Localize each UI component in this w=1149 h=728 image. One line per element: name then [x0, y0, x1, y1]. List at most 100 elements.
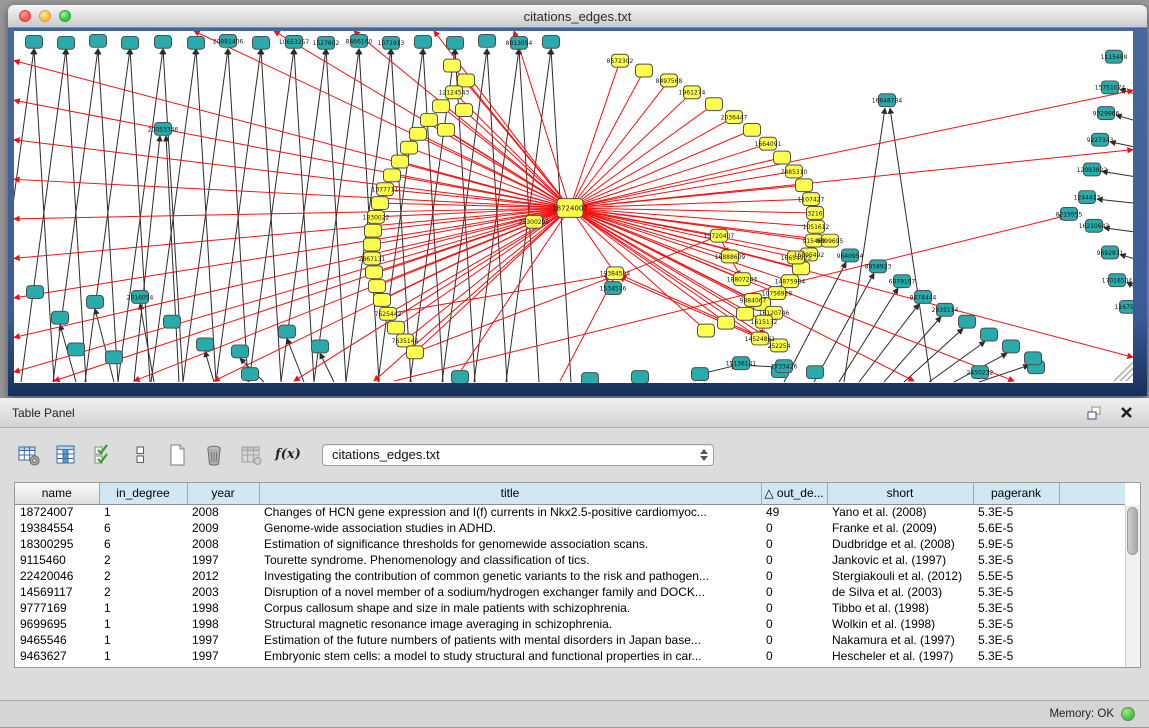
table-cell[interactable]: Hescheler et al. (1997) — [827, 648, 973, 664]
selected-citation-edge[interactable] — [405, 208, 570, 340]
table-cell[interactable]: 2 — [99, 552, 187, 568]
graph-node[interactable] — [164, 315, 181, 328]
citation-edge[interactable] — [216, 49, 261, 382]
graph-node[interactable] — [959, 315, 976, 328]
table-cell[interactable]: de Silva et al. (2003) — [827, 584, 973, 600]
selected-citation-edge[interactable] — [194, 31, 570, 208]
table-cell[interactable]: 1 — [99, 632, 187, 648]
graph-node[interactable] — [369, 280, 386, 293]
graph-node[interactable] — [374, 294, 391, 307]
table-cell[interactable]: 5.3E-5 — [973, 584, 1059, 600]
graph-node[interactable] — [197, 338, 214, 351]
graph-node[interactable] — [87, 295, 104, 308]
selected-citation-edge[interactable] — [570, 158, 782, 208]
citation-edge[interactable] — [205, 351, 214, 382]
citation-edge[interactable] — [14, 49, 34, 382]
table-cell[interactable]: 5.5E-5 — [973, 568, 1059, 584]
graph-node[interactable] — [744, 123, 761, 136]
node-attribute-table[interactable]: namein_degreeyeartitle△ out_de...shortpa… — [14, 482, 1141, 668]
graph-node[interactable] — [458, 74, 475, 87]
table-cell[interactable]: Nakamura et al. (1997) — [827, 632, 973, 648]
graph-node[interactable] — [1025, 352, 1042, 365]
graph-node[interactable] — [433, 100, 450, 113]
selected-citation-edge[interactable] — [570, 208, 764, 322]
graph-node[interactable] — [392, 155, 409, 168]
selected-citation-edge[interactable] — [14, 61, 570, 208]
table-cell[interactable]: 2003 — [187, 584, 259, 600]
function-builder-icon[interactable]: f(x) — [275, 442, 301, 468]
table-cell[interactable]: 2 — [99, 568, 187, 584]
table-cell[interactable]: 0 — [761, 536, 827, 552]
table-row[interactable]: 1872400712008Changes of HCN gene express… — [15, 504, 1125, 520]
graph-node[interactable] — [774, 151, 791, 164]
graph-node[interactable] — [452, 371, 469, 383]
graph-node[interactable] — [27, 286, 44, 299]
column-header[interactable]: in_degree — [99, 483, 187, 504]
graph-node[interactable] — [106, 351, 123, 364]
graph-node[interactable] — [444, 59, 461, 72]
column-header[interactable]: △ out_de... — [761, 483, 827, 504]
table-cell[interactable]: 9777169 — [15, 600, 99, 616]
table-vertical-scrollbar[interactable] — [1125, 505, 1140, 667]
table-cell[interactable]: 9115460 — [15, 552, 99, 568]
column-header[interactable]: year — [187, 483, 259, 504]
table-cell[interactable]: 18300295 — [15, 536, 99, 552]
table-cell[interactable]: 0 — [761, 616, 827, 632]
graph-node[interactable] — [447, 36, 464, 49]
table-cell[interactable]: 0 — [761, 600, 827, 616]
column-header[interactable]: short — [827, 483, 973, 504]
citation-edge[interactable] — [904, 329, 963, 382]
citation-edge[interactable] — [839, 288, 898, 382]
graph-node[interactable] — [155, 35, 172, 48]
table-cell[interactable]: 0 — [761, 520, 827, 536]
table-cell[interactable]: 0 — [761, 648, 827, 664]
table-cell[interactable]: 22420046 — [15, 568, 99, 584]
table-cell[interactable]: Stergiakouli et al. (2012) — [827, 568, 973, 584]
table-cell[interactable]: Structural magnetic resonance image aver… — [259, 616, 761, 632]
table-cell[interactable]: 0 — [761, 584, 827, 600]
graph-node[interactable] — [366, 266, 383, 279]
graph-node[interactable] — [26, 35, 43, 48]
graph-node[interactable] — [981, 328, 998, 341]
graph-node[interactable] — [253, 36, 270, 49]
table-cell[interactable]: 5.3E-5 — [973, 504, 1059, 520]
graph-node[interactable] — [122, 36, 139, 49]
graph-node[interactable] — [388, 321, 405, 334]
table-row[interactable]: 911546021997Tourette syndrome. Phenomeno… — [15, 552, 1125, 568]
graph-node[interactable] — [692, 368, 709, 381]
table-cell[interactable]: 2012 — [187, 568, 259, 584]
graph-node[interactable] — [90, 34, 107, 47]
selected-citation-edge[interactable] — [374, 208, 570, 381]
table-cell[interactable]: 2008 — [187, 536, 259, 552]
graph-node[interactable] — [58, 36, 75, 49]
table-cell[interactable]: Embryonic stem cells: a model to study s… — [259, 648, 761, 664]
table-cell[interactable]: 1 — [99, 648, 187, 664]
table-cell[interactable]: Tourette syndrome. Phenomenology and cla… — [259, 552, 761, 568]
table-cell[interactable]: 2008 — [187, 504, 259, 520]
selected-citation-edge[interactable] — [415, 277, 611, 352]
table-selector-dropdown[interactable]: citations_edges.txt — [322, 444, 714, 466]
graph-node[interactable] — [372, 197, 389, 210]
table-cell[interactable]: 1 — [99, 616, 187, 632]
selected-citation-edge[interactable] — [570, 150, 1133, 208]
selected-citation-edge[interactable] — [14, 140, 570, 208]
graph-node[interactable] — [456, 104, 473, 117]
citation-edge[interactable] — [1110, 142, 1133, 147]
table-cell[interactable]: 9463627 — [15, 648, 99, 664]
graph-node[interactable] — [52, 311, 69, 324]
graph-node[interactable] — [401, 141, 418, 154]
table-cell[interactable]: 19384554 — [15, 520, 99, 536]
table-cell[interactable]: Estimation of the future numbers of pati… — [259, 632, 761, 648]
table-cell[interactable]: 18724007 — [15, 504, 99, 520]
citation-edge[interactable] — [814, 273, 874, 382]
citation-edge[interactable] — [140, 304, 154, 382]
graph-node[interactable] — [582, 373, 599, 383]
table-cell[interactable]: 1 — [99, 600, 187, 616]
table-cell[interactable]: 1997 — [187, 552, 259, 568]
graph-node[interactable] — [188, 36, 205, 49]
import-table-icon[interactable] — [238, 442, 264, 468]
select-rows-icon[interactable] — [90, 442, 116, 468]
modify-table-icon[interactable] — [16, 442, 42, 468]
float-panel-icon[interactable] — [1083, 404, 1105, 422]
graph-node[interactable] — [68, 343, 85, 356]
